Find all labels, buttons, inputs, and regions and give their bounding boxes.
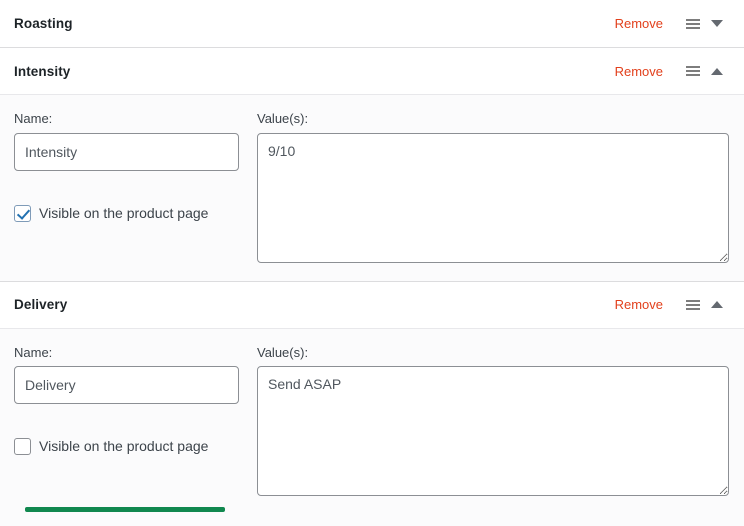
attribute-actions: Remove <box>615 14 729 34</box>
attribute-body-intensity: Name: Visible on the product page Value(… <box>0 95 744 281</box>
save-progress-bar <box>25 507 225 513</box>
attribute-item-delivery: Delivery Remove Name: Visible on the pro… <box>0 280 744 526</box>
attribute-value-textarea[interactable]: Send ASAP <box>257 366 729 497</box>
name-field-label: Name: <box>14 111 53 126</box>
attribute-body-delivery: Name: Visible on the product page Value(… <box>0 328 744 526</box>
remove-attribute-link[interactable]: Remove <box>615 65 663 78</box>
chevron-down-icon[interactable] <box>705 14 729 34</box>
attribute-actions: Remove <box>615 295 729 315</box>
drag-handle-glyph <box>686 18 700 29</box>
remove-attribute-link[interactable]: Remove <box>615 17 663 30</box>
product-attributes-panel: Roasting Remove Intensity Remove Name: I… <box>0 0 744 526</box>
visible-checkbox-label[interactable]: Visible on the product page <box>39 438 208 455</box>
attribute-name-column: Name: Visible on the product page <box>14 344 239 513</box>
value-field-label: Value(s): <box>257 111 309 126</box>
chevron-up-icon[interactable] <box>705 295 729 315</box>
drag-handle-icon[interactable] <box>681 14 705 34</box>
visible-checkbox[interactable] <box>14 204 31 222</box>
attribute-actions: Remove <box>615 61 729 81</box>
attribute-title: Intensity <box>14 63 71 79</box>
chevron-up-glyph <box>711 301 723 309</box>
drag-handle-glyph <box>686 66 700 76</box>
name-field-label: Name: <box>14 344 53 360</box>
attribute-title: Roasting <box>14 16 73 31</box>
attribute-header-roasting[interactable]: Roasting Remove <box>0 0 744 47</box>
attribute-value-column: Value(s): 9/10 <box>257 111 729 263</box>
drag-handle-icon[interactable] <box>681 295 705 315</box>
attribute-name-input[interactable] <box>14 132 239 171</box>
remove-attribute-link[interactable]: Remove <box>615 298 663 311</box>
visible-checkbox-label[interactable]: Visible on the product page <box>39 205 208 222</box>
attribute-header-delivery[interactable]: Delivery Remove <box>0 281 744 329</box>
value-field-label: Value(s): <box>257 344 309 360</box>
chevron-up-icon[interactable] <box>705 61 729 81</box>
attribute-value-textarea[interactable]: 9/10 <box>257 132 729 263</box>
attribute-title: Delivery <box>14 297 68 313</box>
visible-on-product-page-row: Visible on the product page <box>14 204 239 222</box>
attribute-item-intensity: Intensity Remove Name: Visible on the pr… <box>0 47 744 281</box>
chevron-up-glyph <box>711 67 723 75</box>
attribute-value-column: Value(s): Send ASAP <box>257 345 729 497</box>
attribute-name-column: Name: Visible on the product page <box>14 111 239 263</box>
visible-checkbox[interactable] <box>14 438 31 456</box>
attribute-name-input[interactable] <box>14 366 239 405</box>
chevron-down-glyph <box>711 20 723 27</box>
drag-handle-icon[interactable] <box>681 61 705 81</box>
drag-handle-glyph <box>686 299 700 310</box>
attribute-header-intensity[interactable]: Intensity Remove <box>0 48 744 95</box>
visible-on-product-page-row: Visible on the product page <box>14 438 239 456</box>
attribute-item-roasting: Roasting Remove <box>0 0 744 47</box>
